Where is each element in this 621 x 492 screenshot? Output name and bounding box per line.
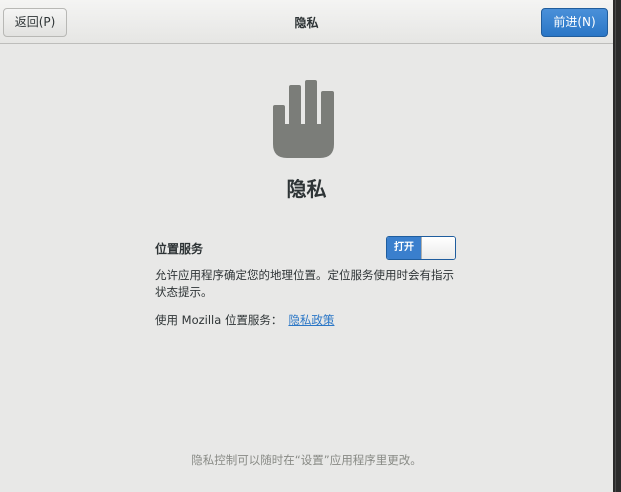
window-edge-line bbox=[615, 0, 616, 492]
page-title: 隐私 bbox=[294, 16, 319, 30]
privacy-window: 返回(P) 隐私 前进(N) 隐私 位置服务 打开 允许应用程序确定您的地理位置… bbox=[0, 0, 613, 492]
location-description: 允许应用程序确定您的地理位置。定位服务使用时会有指示状态提示。 bbox=[155, 268, 454, 299]
privacy-heading: 隐私 bbox=[286, 177, 327, 201]
location-services-toggle[interactable]: 打开 bbox=[386, 236, 456, 260]
mozilla-location-text: 使用 Mozilla 位置服务： bbox=[155, 313, 283, 327]
header-bar: 返回(P) 隐私 前进(N) bbox=[0, 0, 613, 44]
privacy-policy-link[interactable]: 隐私政策 bbox=[288, 313, 334, 327]
next-button[interactable]: 前进(N) bbox=[541, 8, 608, 37]
hand-stop-icon bbox=[273, 80, 334, 158]
toggle-knob[interactable] bbox=[421, 237, 455, 259]
toggle-on-label: 打开 bbox=[387, 237, 421, 259]
mozilla-location-line: 使用 Mozilla 位置服务： 隐私政策 bbox=[155, 312, 334, 328]
location-services-label: 位置服务 bbox=[155, 242, 204, 256]
footer-note: 隐私控制可以随时在“设置”应用程序里更改。 bbox=[191, 453, 422, 467]
